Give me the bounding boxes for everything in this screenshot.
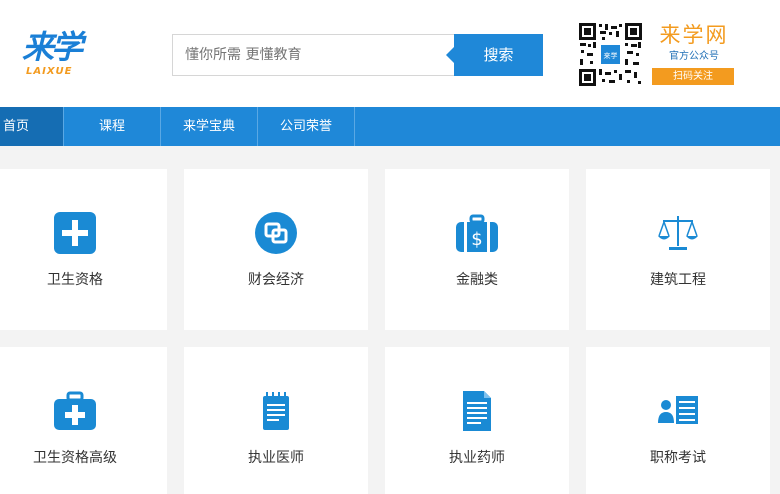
category-card[interactable]: 建筑工程 bbox=[586, 169, 770, 330]
category-label: 执业医师 bbox=[248, 450, 304, 466]
medical-cross-icon bbox=[54, 212, 96, 254]
svg-text:$: $ bbox=[471, 229, 482, 250]
qr-center-text: 来学 bbox=[604, 51, 618, 60]
person-list-icon bbox=[658, 396, 698, 424]
nav-item-honors[interactable]: 公司荣誉 bbox=[258, 107, 355, 146]
document-icon bbox=[463, 391, 491, 431]
header: 来学 LAIXUE 搜索 来学 bbox=[0, 0, 780, 107]
category-card[interactable]: 执业医师 bbox=[184, 347, 368, 494]
category-label: 卫生资格高级 bbox=[33, 450, 117, 466]
wechat-promo: 来学网 官方公众号 扫码关注 bbox=[652, 22, 736, 86]
category-card[interactable]: $ 金融类 bbox=[385, 169, 569, 330]
brand-name: 来学网 bbox=[659, 23, 729, 47]
logo-sub-text: LAIXUE bbox=[26, 66, 73, 77]
brand-subtitle: 官方公众号 bbox=[669, 51, 719, 62]
notepad-icon bbox=[263, 392, 289, 430]
link-squares-icon bbox=[255, 212, 297, 254]
logo-main-text: 来学 bbox=[22, 28, 83, 66]
nav-item-courses[interactable]: 课程 bbox=[64, 107, 161, 146]
follow-button[interactable]: 扫码关注 bbox=[652, 68, 734, 85]
logo[interactable]: 来学 LAIXUE bbox=[22, 28, 102, 80]
category-card[interactable]: 职称考试 bbox=[586, 347, 770, 494]
category-label: 建筑工程 bbox=[650, 272, 706, 288]
search-input[interactable] bbox=[172, 34, 458, 76]
nav-item-guide[interactable]: 来学宝典 bbox=[161, 107, 258, 146]
money-bag-icon: $ bbox=[456, 214, 498, 252]
category-label: 金融类 bbox=[456, 272, 498, 288]
category-label: 执业药师 bbox=[449, 450, 505, 466]
category-card[interactable]: 执业药师 bbox=[385, 347, 569, 494]
search-button[interactable]: 搜索 bbox=[446, 34, 543, 76]
nav-item-home[interactable]: 首页 bbox=[0, 107, 64, 146]
medical-kit-icon bbox=[54, 391, 96, 430]
main-nav: 首页 课程 来学宝典 公司荣誉 bbox=[0, 107, 780, 146]
qr-code-image: 来学 bbox=[578, 22, 643, 87]
balance-scale-icon bbox=[658, 216, 698, 250]
qr-code: 来学 bbox=[578, 22, 643, 87]
category-label: 职称考试 bbox=[650, 450, 706, 466]
category-card[interactable]: 财会经济 bbox=[184, 169, 368, 330]
search-bar: 搜索 bbox=[172, 34, 543, 76]
category-label: 卫生资格 bbox=[47, 272, 103, 288]
category-label: 财会经济 bbox=[248, 272, 304, 288]
category-card[interactable]: 卫生资格 bbox=[0, 169, 167, 330]
category-card[interactable]: 卫生资格高级 bbox=[0, 347, 167, 494]
